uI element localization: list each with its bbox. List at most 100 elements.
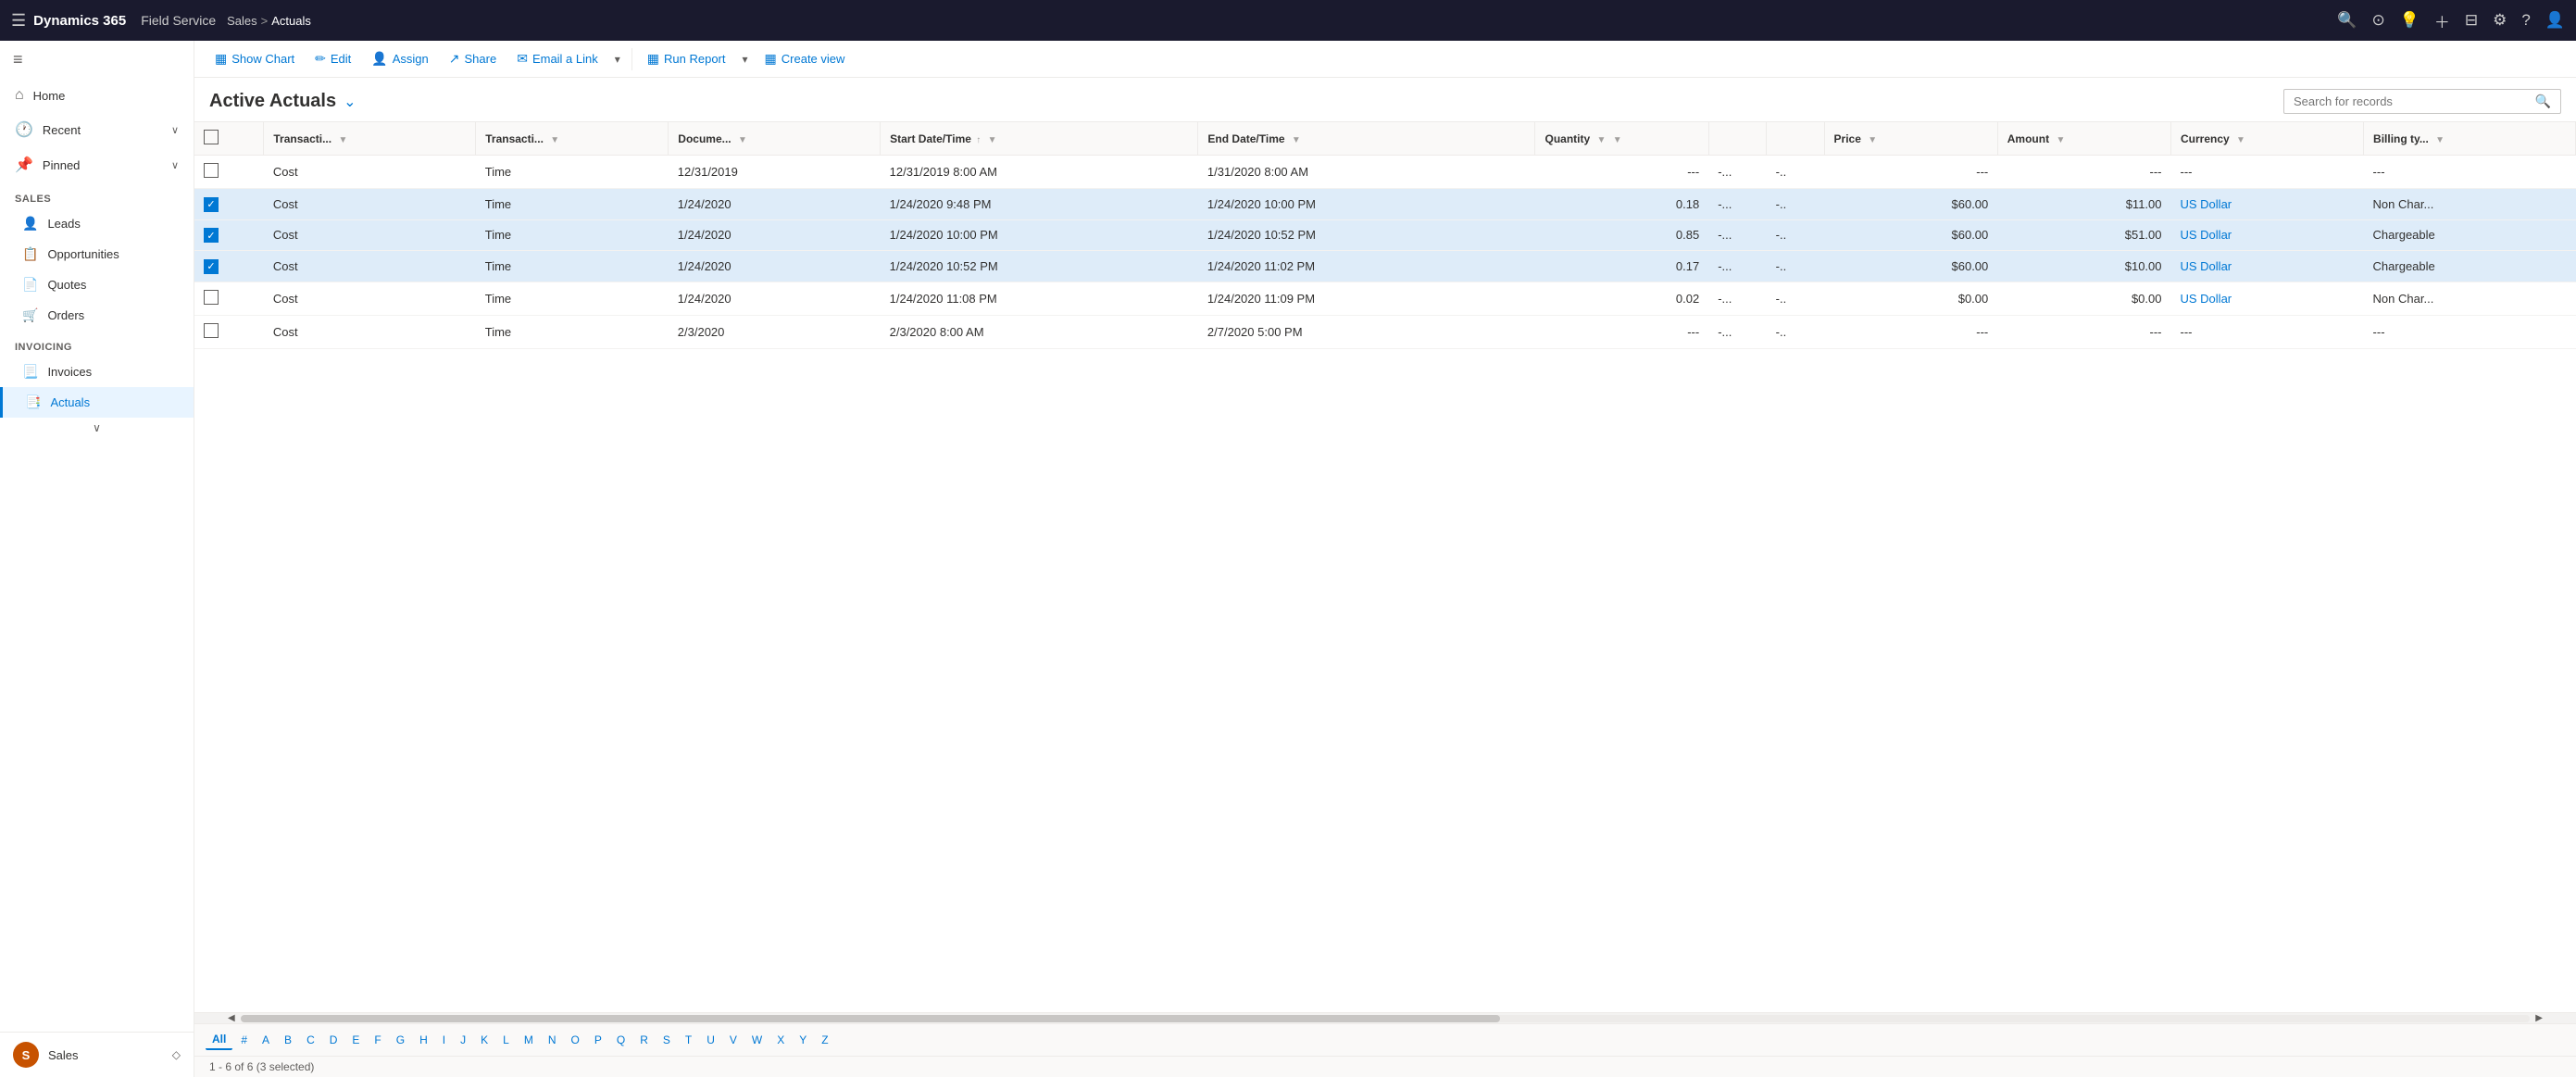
settings-icon[interactable]: ⚙: [2493, 11, 2507, 30]
sidebar-item-home[interactable]: ⌂ Home: [0, 79, 194, 112]
scroll-right-icon[interactable]: ▶: [2530, 1013, 2548, 1023]
alpha-btn-g[interactable]: G: [390, 1031, 411, 1049]
row-checkbox[interactable]: ✓: [204, 259, 219, 274]
filter-end-datetime-icon[interactable]: ▼: [1292, 135, 1301, 145]
col-check[interactable]: [194, 122, 264, 156]
alpha-btn-all[interactable]: All: [206, 1030, 232, 1050]
more-actions-button[interactable]: ▾: [609, 48, 626, 70]
alpha-btn-m[interactable]: M: [518, 1031, 540, 1049]
alpha-btn-a[interactable]: A: [256, 1031, 276, 1049]
alpha-btn-f[interactable]: F: [368, 1031, 387, 1049]
alpha-btn-p[interactable]: P: [588, 1031, 608, 1049]
share-button[interactable]: ↗ Share: [440, 46, 506, 71]
alpha-btn-v[interactable]: V: [723, 1031, 744, 1049]
row-checkbox[interactable]: ✓: [204, 197, 219, 212]
sidebar-item-pinned[interactable]: 📌 Pinned ∨: [0, 147, 194, 182]
select-all-checkbox[interactable]: [204, 130, 219, 144]
search-icon[interactable]: 🔍: [2535, 94, 2551, 109]
alpha-btn-u[interactable]: U: [700, 1031, 721, 1049]
sidebar-item-invoices[interactable]: 📃 Invoices: [0, 357, 194, 387]
row-checkbox-cell[interactable]: ✓: [194, 219, 264, 251]
row-checkbox[interactable]: [204, 163, 219, 178]
alpha-btn-#[interactable]: #: [234, 1031, 254, 1049]
table-row[interactable]: Cost Time 1/24/2020 1/24/2020 11:08 PM 1…: [194, 282, 2576, 315]
filter-transaction-category-icon[interactable]: ▼: [338, 135, 347, 145]
alpha-btn-b[interactable]: B: [278, 1031, 298, 1049]
lightbulb-icon[interactable]: 💡: [2400, 11, 2420, 30]
run-report-button[interactable]: ▦ Run Report: [638, 46, 735, 71]
chevron-right-icon[interactable]: ◇: [172, 1048, 181, 1061]
alpha-btn-h[interactable]: H: [413, 1031, 434, 1049]
alpha-btn-e[interactable]: E: [345, 1031, 366, 1049]
row-checkbox-cell[interactable]: [194, 282, 264, 315]
alpha-btn-t[interactable]: T: [679, 1031, 698, 1049]
alpha-btn-d[interactable]: D: [323, 1031, 344, 1049]
search-input[interactable]: [2294, 94, 2530, 108]
alpha-btn-c[interactable]: C: [300, 1031, 321, 1049]
row-checkbox[interactable]: ✓: [204, 228, 219, 243]
alpha-btn-k[interactable]: K: [474, 1031, 494, 1049]
alpha-btn-o[interactable]: O: [565, 1031, 586, 1049]
alpha-btn-n[interactable]: N: [542, 1031, 563, 1049]
filter-start-datetime-icon[interactable]: ▼: [988, 135, 997, 145]
alpha-btn-i[interactable]: I: [436, 1031, 452, 1049]
sidebar-item-actuals[interactable]: 📑 Actuals: [0, 387, 194, 418]
sidebar-item-orders[interactable]: 🛒 Orders: [0, 300, 194, 331]
scroll-thumb[interactable]: [241, 1015, 1500, 1022]
row-checkbox-cell[interactable]: ✓: [194, 251, 264, 282]
alpha-btn-q[interactable]: Q: [610, 1031, 631, 1049]
scroll-track[interactable]: [241, 1015, 2531, 1022]
user-icon[interactable]: 👤: [2545, 11, 2565, 30]
alpha-btn-r[interactable]: R: [633, 1031, 655, 1049]
row-checkbox-cell[interactable]: ✓: [194, 189, 264, 220]
hamburger-icon[interactable]: ☰: [11, 11, 26, 31]
alpha-btn-j[interactable]: J: [454, 1031, 472, 1049]
create-view-button[interactable]: ▦ Create view: [756, 46, 855, 71]
assign-button[interactable]: 👤 Assign: [362, 46, 437, 71]
alpha-btn-x[interactable]: X: [770, 1031, 791, 1049]
sidebar-item-opportunities[interactable]: 📋 Opportunities: [0, 239, 194, 269]
show-chart-button[interactable]: ▦ Show Chart: [206, 46, 304, 71]
filter-document-icon[interactable]: ▼: [738, 135, 747, 145]
filter-currency-icon[interactable]: ▼: [2236, 135, 2245, 145]
sidebar-item-leads[interactable]: 👤 Leads: [0, 208, 194, 239]
edit-button[interactable]: ✏ Edit: [306, 46, 360, 71]
breadcrumb-parent[interactable]: Sales: [227, 14, 257, 28]
table-row[interactable]: Cost Time 2/3/2020 2/3/2020 8:00 AM 2/7/…: [194, 315, 2576, 348]
alpha-btn-z[interactable]: Z: [815, 1031, 834, 1049]
run-report-dropdown[interactable]: ▾: [737, 48, 754, 70]
table-row[interactable]: ✓ Cost Time 1/24/2020 1/24/2020 9:48 PM …: [194, 189, 2576, 220]
sidebar-item-quotes[interactable]: 📄 Quotes: [0, 269, 194, 300]
scroll-left-icon[interactable]: ◀: [222, 1013, 241, 1023]
search-box[interactable]: 🔍: [2283, 89, 2561, 114]
table-row[interactable]: Cost Time 12/31/2019 12/31/2019 8:00 AM …: [194, 156, 2576, 189]
row-checkbox[interactable]: [204, 323, 219, 338]
sidebar-toggle[interactable]: ≡: [0, 41, 194, 79]
filter-quantity-icon[interactable]: ▼: [1597, 135, 1607, 145]
target-icon[interactable]: ⊙: [2371, 11, 2384, 30]
filter-icon[interactable]: ⊟: [2465, 11, 2478, 30]
horizontal-scrollbar[interactable]: ◀ ▶: [194, 1012, 2576, 1023]
sort-start-datetime-icon[interactable]: ↑: [976, 135, 981, 145]
alpha-btn-l[interactable]: L: [496, 1031, 516, 1049]
filter-transaction-type-icon[interactable]: ▼: [550, 135, 559, 145]
filter-billing-type-icon[interactable]: ▼: [2435, 135, 2445, 145]
sidebar-item-recent[interactable]: 🕐 Recent ∨: [0, 112, 194, 147]
email-link-button[interactable]: ✉ Email a Link: [507, 46, 607, 71]
table-row[interactable]: ✓ Cost Time 1/24/2020 1/24/2020 10:00 PM…: [194, 219, 2576, 251]
table-row[interactable]: ✓ Cost Time 1/24/2020 1/24/2020 10:52 PM…: [194, 251, 2576, 282]
filter-price-icon[interactable]: ▼: [1868, 135, 1877, 145]
alpha-btn-w[interactable]: W: [745, 1031, 769, 1049]
help-icon[interactable]: ?: [2521, 11, 2530, 30]
row-checkbox[interactable]: [204, 290, 219, 305]
filter-quantity2-icon[interactable]: ▼: [1613, 135, 1622, 145]
row-checkbox-cell[interactable]: [194, 156, 264, 189]
search-icon[interactable]: 🔍: [2337, 11, 2357, 30]
alpha-btn-y[interactable]: Y: [793, 1031, 813, 1049]
view-title-dropdown[interactable]: ⌄: [344, 93, 356, 111]
row-checkbox-cell[interactable]: [194, 315, 264, 348]
add-icon[interactable]: ＋: [2434, 9, 2450, 32]
sidebar-scroll-down[interactable]: ∨: [0, 418, 194, 438]
alpha-btn-s[interactable]: S: [657, 1031, 677, 1049]
filter-amount-icon[interactable]: ▼: [2056, 135, 2065, 145]
